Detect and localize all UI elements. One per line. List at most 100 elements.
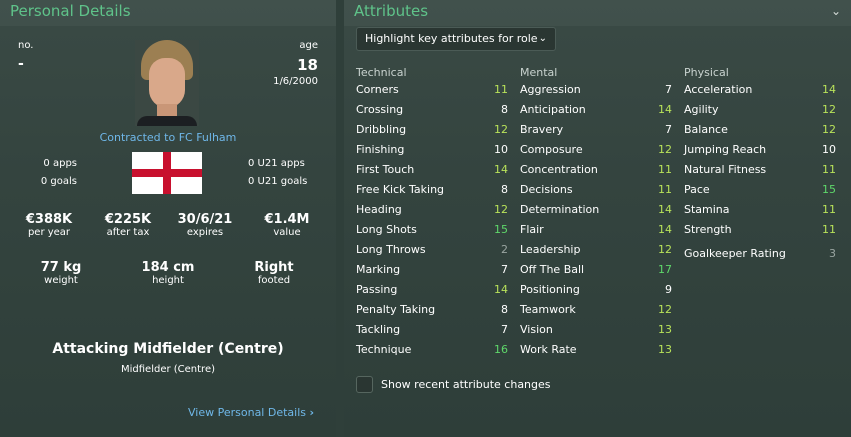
attribute-row[interactable]: Acceleration 14	[680, 80, 840, 100]
attribute-value: 14	[658, 203, 672, 216]
age-label: age	[299, 40, 318, 51]
attribute-row[interactable]: Composure 12	[516, 140, 676, 160]
preferred-foot: Right footed	[254, 260, 294, 286]
attribute-value: 7	[501, 263, 508, 276]
attribute-name: Determination	[520, 203, 600, 216]
dropdown-label: Highlight key attributes for role	[365, 32, 538, 45]
attribute-row[interactable]: Concentration 11	[516, 160, 676, 180]
attribute-value: 16	[494, 343, 508, 356]
attribute-row[interactable]: Balance 12	[680, 120, 840, 140]
attribute-name: Acceleration	[684, 83, 753, 96]
attribute-name: Technique	[356, 343, 412, 356]
attribute-value: 14	[494, 283, 508, 296]
collapse-chevron-icon[interactable]: ⌄	[829, 4, 843, 18]
contract-club-link[interactable]: Contracted to FC Fulham	[0, 131, 336, 144]
attribute-row[interactable]: First Touch 14	[352, 160, 512, 180]
attribute-value: 11	[822, 223, 836, 236]
date-of-birth: 1/6/2000	[273, 76, 318, 87]
attribute-row[interactable]: Teamwork 12	[516, 300, 676, 320]
attribute-row[interactable]: Technique 16	[352, 340, 512, 360]
age-value: 18	[297, 56, 318, 74]
attribute-row[interactable]: Penalty Taking 8	[352, 300, 512, 320]
attribute-row[interactable]: Aggression 7	[516, 80, 676, 100]
player-weight: 77 kg weight	[40, 260, 82, 286]
attribute-name: Stamina	[684, 203, 730, 216]
attribute-row[interactable]: Bravery 7	[516, 120, 676, 140]
attribute-row[interactable]: Jumping Reach 10	[680, 140, 840, 160]
attribute-name: Corners	[356, 83, 399, 96]
attribute-name: Vision	[520, 323, 553, 336]
attribute-name: Decisions	[520, 183, 573, 196]
attribute-name: Dribbling	[356, 123, 407, 136]
attribute-row[interactable]: Off The Ball 17	[516, 260, 676, 280]
attribute-name: Natural Fitness	[684, 163, 767, 176]
attribute-row[interactable]: Corners 11	[352, 80, 512, 100]
goalkeeper-rating-row[interactable]: Goalkeeper Rating 3	[680, 244, 840, 264]
attribute-row[interactable]: Flair 14	[516, 220, 676, 240]
attribute-value: 7	[665, 83, 672, 96]
attribute-row[interactable]: Marking 7	[352, 260, 512, 280]
view-personal-details-label: View Personal Details	[188, 406, 306, 419]
attribute-row[interactable]: Positioning 9	[516, 280, 676, 300]
view-personal-details-link[interactable]: View Personal Details ›	[188, 406, 314, 419]
attribute-value: 11	[822, 163, 836, 176]
attribute-value: 9	[665, 283, 672, 296]
attribute-column-heading: Technical	[356, 66, 407, 79]
attribute-row[interactable]: Vision 13	[516, 320, 676, 340]
attribute-row[interactable]: Determination 14	[516, 200, 676, 220]
attribute-row[interactable]: Long Shots 15	[352, 220, 512, 240]
attribute-row[interactable]: Anticipation 14	[516, 100, 676, 120]
attribute-row[interactable]: Leadership 12	[516, 240, 676, 260]
attribute-value: 12	[658, 303, 672, 316]
show-attribute-changes-label[interactable]: Show recent attribute changes	[381, 378, 551, 391]
attribute-value: 8	[501, 103, 508, 116]
attribute-row[interactable]: Tackling 7	[352, 320, 512, 340]
attributes-panel: Attributes ⌄ Highlight key attributes fo…	[344, 0, 851, 437]
attribute-column-heading: Mental	[520, 66, 558, 79]
attribute-value: 8	[501, 183, 508, 196]
attribute-name: Passing	[356, 283, 398, 296]
attribute-row[interactable]: Free Kick Taking 8	[352, 180, 512, 200]
attribute-value: 10	[822, 143, 836, 156]
panel-title: Personal Details	[10, 2, 131, 20]
highlight-attributes-dropdown[interactable]: Highlight key attributes for role ⌄	[356, 27, 556, 51]
attribute-value: 7	[665, 123, 672, 136]
attribute-value: 12	[494, 203, 508, 216]
attribute-value: 11	[822, 203, 836, 216]
attribute-row[interactable]: Pace 15	[680, 180, 840, 200]
attribute-value: 8	[501, 303, 508, 316]
attribute-name: Balance	[684, 123, 728, 136]
attribute-row[interactable]: Stamina 11	[680, 200, 840, 220]
attribute-row[interactable]: Decisions 11	[516, 180, 676, 200]
show-attribute-changes-checkbox[interactable]	[356, 376, 373, 393]
attribute-name: Goalkeeper Rating	[684, 247, 786, 260]
attribute-value: 13	[658, 343, 672, 356]
attribute-row[interactable]: Finishing 10	[352, 140, 512, 160]
player-position-title: Attacking Midfielder (Centre)	[52, 341, 284, 357]
attribute-name: Bravery	[520, 123, 564, 136]
attribute-row[interactable]: Work Rate 13	[516, 340, 676, 360]
attribute-value: 12	[822, 123, 836, 136]
attribute-name: Free Kick Taking	[356, 183, 445, 196]
apps-stat: 0 apps	[43, 158, 77, 169]
attribute-row[interactable]: Natural Fitness 11	[680, 160, 840, 180]
attribute-name: Off The Ball	[520, 263, 585, 276]
wage-after-tax: €225K after tax	[104, 212, 152, 238]
attribute-row[interactable]: Agility 12	[680, 100, 840, 120]
attribute-value: 14	[822, 83, 836, 96]
contract-expires: 30/6/21 expires	[177, 212, 233, 238]
attribute-name: Strength	[684, 223, 732, 236]
attribute-value: 12	[822, 103, 836, 116]
attribute-name: Crossing	[356, 103, 404, 116]
attribute-value: 15	[494, 223, 508, 236]
nationality-flag-icon[interactable]	[132, 152, 202, 194]
attribute-value: 12	[658, 143, 672, 156]
attribute-name: Concentration	[520, 163, 598, 176]
attribute-row[interactable]: Passing 14	[352, 280, 512, 300]
attribute-value: 14	[658, 103, 672, 116]
attribute-row[interactable]: Strength 11	[680, 220, 840, 240]
attribute-row[interactable]: Crossing 8	[352, 100, 512, 120]
attribute-row[interactable]: Heading 12	[352, 200, 512, 220]
attribute-row[interactable]: Long Throws 2	[352, 240, 512, 260]
attribute-row[interactable]: Dribbling 12	[352, 120, 512, 140]
